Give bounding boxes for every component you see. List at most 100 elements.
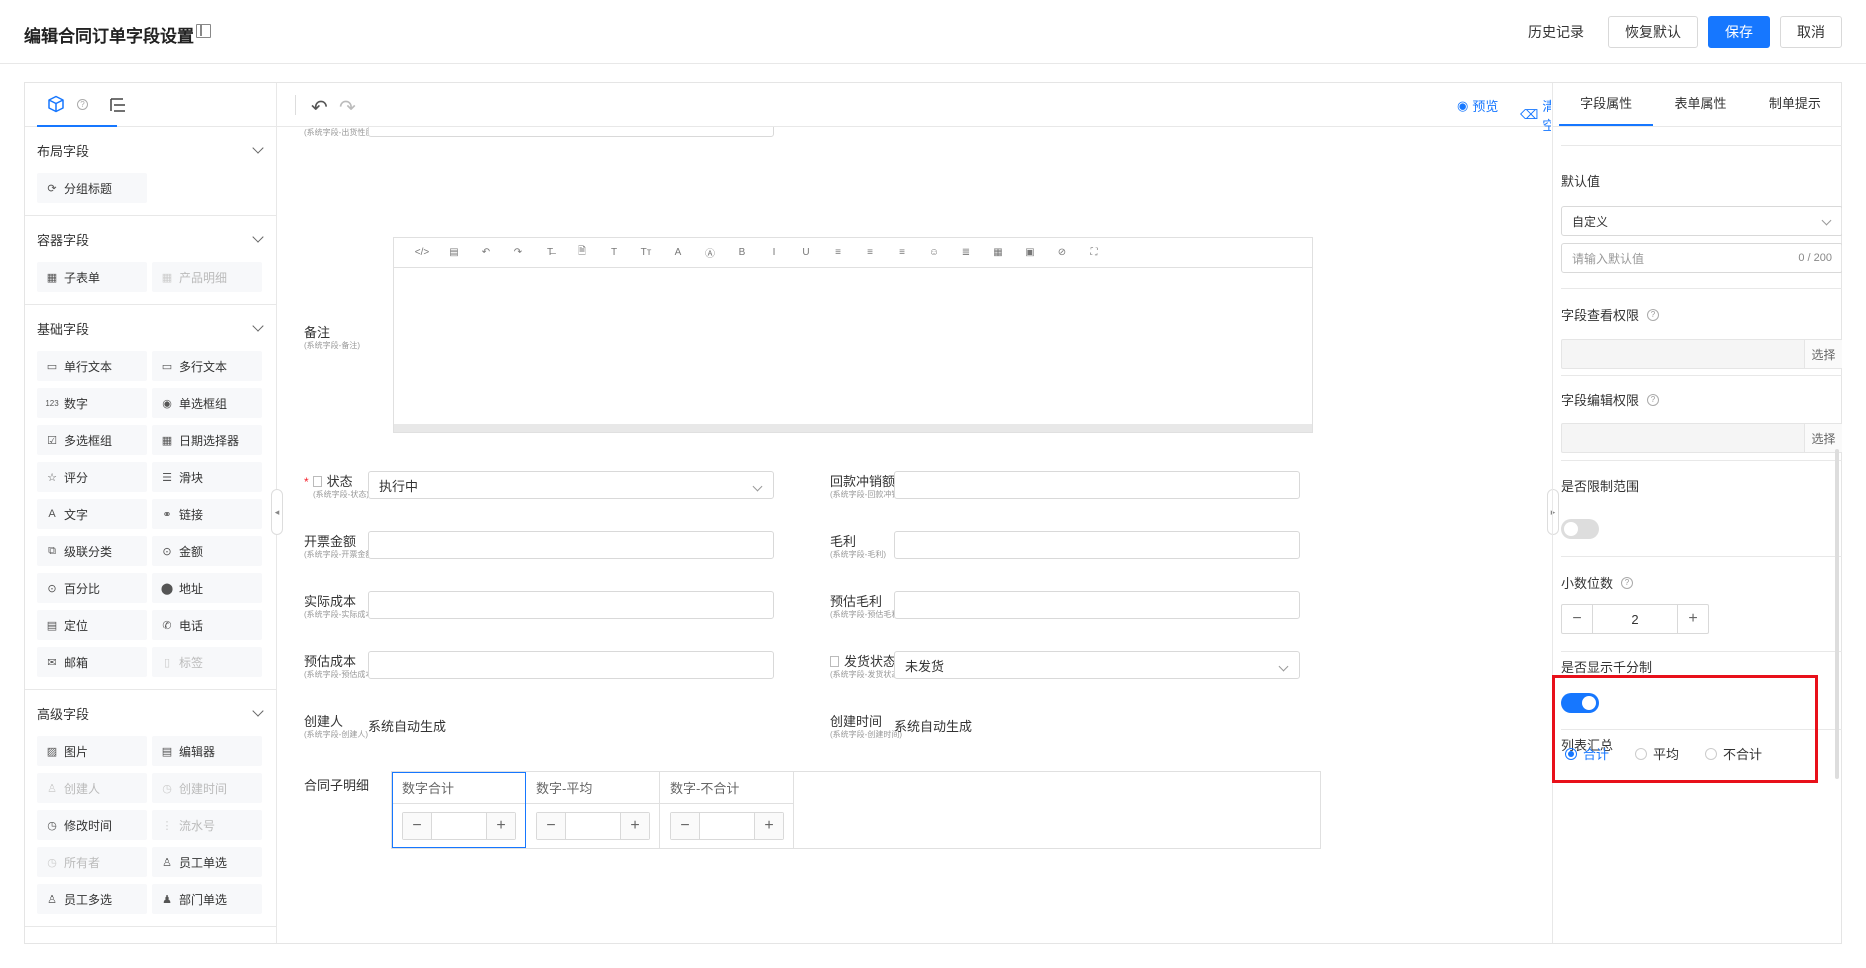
group-header[interactable]: 高级字段 — [25, 690, 276, 736]
editor-tool-button[interactable]: ▤ — [438, 247, 470, 258]
subtable[interactable]: 数字合计 − + 数字-平均 − + 数字-不合计 − + — [391, 771, 1321, 849]
field-item[interactable]: ⊙ 金额 — [152, 536, 262, 566]
limit-range-toggle[interactable] — [1561, 519, 1599, 539]
group-header[interactable]: 容器字段 — [25, 216, 276, 262]
number-stepper[interactable]: − + — [670, 812, 784, 840]
field-item[interactable]: ◉ 单选框组 — [152, 388, 262, 418]
edit-permission-picker[interactable]: 选择 — [1561, 423, 1842, 453]
editor-tool-button[interactable]: ↷ — [502, 247, 534, 258]
chevron-down-icon[interactable] — [252, 231, 264, 243]
outline-tree-icon[interactable] — [109, 96, 127, 114]
editor-tool-button[interactable]: ▦ — [982, 247, 1014, 258]
editor-tool-button[interactable]: I — [758, 247, 790, 258]
decrement-button[interactable]: − — [537, 813, 565, 839]
thousands-toggle[interactable] — [1561, 693, 1599, 713]
radio-dot[interactable] — [1635, 747, 1648, 760]
default-mode-select[interactable]: 自定义 — [1561, 206, 1842, 236]
increment-button[interactable]: + — [1678, 605, 1708, 633]
editor-tool-button[interactable]: ⛶ — [1078, 247, 1110, 258]
stepper-value[interactable] — [565, 813, 621, 839]
gross-input[interactable] — [894, 531, 1300, 559]
ship-select[interactable]: 未发货 — [894, 651, 1300, 679]
help-icon[interactable]: ? — [77, 99, 88, 110]
summary-radio[interactable]: 合计 — [1565, 744, 1609, 763]
editor-tool-button[interactable]: T̶ — [534, 247, 566, 258]
group-header[interactable]: 布局字段 — [25, 127, 276, 173]
cancel-button[interactable]: 取消 — [1780, 16, 1842, 48]
decimals-value[interactable]: 2 — [1592, 605, 1678, 633]
summary-radio[interactable]: 平均 — [1635, 744, 1679, 763]
decrement-button[interactable]: − — [403, 813, 431, 839]
subtable-column[interactable]: 数字-平均 − + — [526, 772, 660, 848]
field-item[interactable]: ⧉ 级联分类 — [37, 536, 147, 566]
view-permission-choose-button[interactable]: 选择 — [1804, 340, 1842, 368]
field-item[interactable]: ▨ 图片 — [37, 736, 147, 766]
field-item[interactable]: ⚭ 链接 — [152, 499, 262, 529]
undo-icon[interactable]: ↶ — [311, 95, 328, 120]
help-icon[interactable]: ? — [1621, 576, 1634, 589]
field-item[interactable]: ⬤ 地址 — [152, 573, 262, 603]
layout-icon[interactable] — [196, 24, 211, 38]
save-button[interactable]: 保存 — [1708, 16, 1770, 48]
editor-tool-button[interactable]: ☺ — [918, 247, 950, 258]
field-item[interactable]: ⊙ 百分比 — [37, 573, 147, 603]
field-item[interactable]: ✉ 邮箱 — [37, 647, 147, 677]
editor-tool-button[interactable]: ≡ — [822, 247, 854, 258]
cube-icon[interactable] — [47, 95, 65, 113]
field-item[interactable]: ▭ 多行文本 — [152, 351, 262, 381]
editor-tool-button[interactable]: ≣ — [950, 247, 982, 258]
decimals-stepper[interactable]: − 2 + — [1561, 604, 1709, 634]
editor-tool-button[interactable]: ≡ — [886, 247, 918, 258]
editor-tool-button[interactable]: ≡ — [854, 247, 886, 258]
number-stepper[interactable]: − + — [402, 812, 516, 840]
history-button[interactable]: 历史记录 — [1514, 22, 1598, 42]
rich-text-editor[interactable]: </> ▤ ↶ ↷ T̶ 🗎 T Tт A Ⓐ B I U ≡ ≡ ≡ ☺ ≣ ▦ ▣ ⊘ ⛶ — [393, 237, 1313, 433]
property-tab[interactable]: 表单属性 — [1653, 83, 1747, 126]
field-item[interactable]: A 文字 — [37, 499, 147, 529]
est-gross-input[interactable] — [894, 591, 1300, 619]
editor-tool-button[interactable]: T — [598, 247, 630, 258]
editor-resize-bar[interactable] — [394, 424, 1312, 432]
field-item[interactable]: ♙ 员工单选 — [152, 847, 262, 877]
field-item[interactable]: ♙ 员工多选 — [37, 884, 147, 914]
edit-permission-choose-button[interactable]: 选择 — [1804, 424, 1842, 452]
chevron-down-icon[interactable] — [252, 142, 264, 154]
editor-tool-button[interactable]: U — [790, 247, 822, 258]
preview-button[interactable]: ◉ 预览 — [1457, 96, 1498, 115]
est-cost-input[interactable] — [368, 651, 774, 679]
default-value-input[interactable]: 请输入默认值 0 / 200 — [1561, 243, 1842, 273]
subtable-column[interactable]: 数字-不合计 − + — [660, 772, 794, 848]
help-icon[interactable]: ? — [1647, 308, 1660, 321]
property-scrollbar[interactable] — [1835, 449, 1839, 779]
increment-button[interactable]: + — [487, 813, 515, 839]
stepper-value[interactable] — [699, 813, 755, 839]
field-item[interactable]: ⟳ 分组标题 — [37, 173, 147, 203]
radio-dot[interactable] — [1565, 747, 1577, 760]
editor-tool-button[interactable]: B — [726, 247, 758, 258]
refund-input[interactable] — [894, 471, 1300, 499]
field-item[interactable]: ☰ 滑块 — [152, 462, 262, 492]
increment-button[interactable]: + — [755, 813, 783, 839]
field-item[interactable]: ♟ 部门单选 — [152, 884, 262, 914]
editor-tool-button[interactable]: 🗎 — [566, 244, 598, 261]
field-item[interactable]: ▦ 日期选择器 — [152, 425, 262, 455]
summary-radio[interactable]: 不合计 — [1705, 744, 1762, 763]
field-item[interactable]: ▤ 编辑器 — [152, 736, 262, 766]
field-item[interactable]: ☆ 评分 — [37, 462, 147, 492]
group-header[interactable]: 基础字段 — [25, 305, 276, 351]
decrement-button[interactable]: − — [1562, 605, 1592, 633]
editor-tool-button[interactable]: ▣ — [1014, 247, 1046, 258]
number-stepper[interactable]: − + — [536, 812, 650, 840]
property-tab[interactable]: 制单提示 — [1748, 83, 1842, 126]
editor-tool-button[interactable]: </> — [406, 247, 438, 258]
field-item[interactable]: ▭ 单行文本 — [37, 351, 147, 381]
field-item[interactable]: ◷ 修改时间 — [37, 810, 147, 840]
subtable-column[interactable]: 数字合计 − + — [392, 772, 526, 848]
editor-tool-button[interactable]: A — [662, 247, 694, 258]
restore-default-button[interactable]: 恢复默认 — [1608, 16, 1698, 48]
field-item[interactable]: ✆ 电话 — [152, 610, 262, 640]
status-select[interactable]: 执行中 — [368, 471, 774, 499]
field-item[interactable]: ▤ 定位 — [37, 610, 147, 640]
invoice-input[interactable] — [368, 531, 774, 559]
chevron-down-icon[interactable] — [252, 320, 264, 332]
